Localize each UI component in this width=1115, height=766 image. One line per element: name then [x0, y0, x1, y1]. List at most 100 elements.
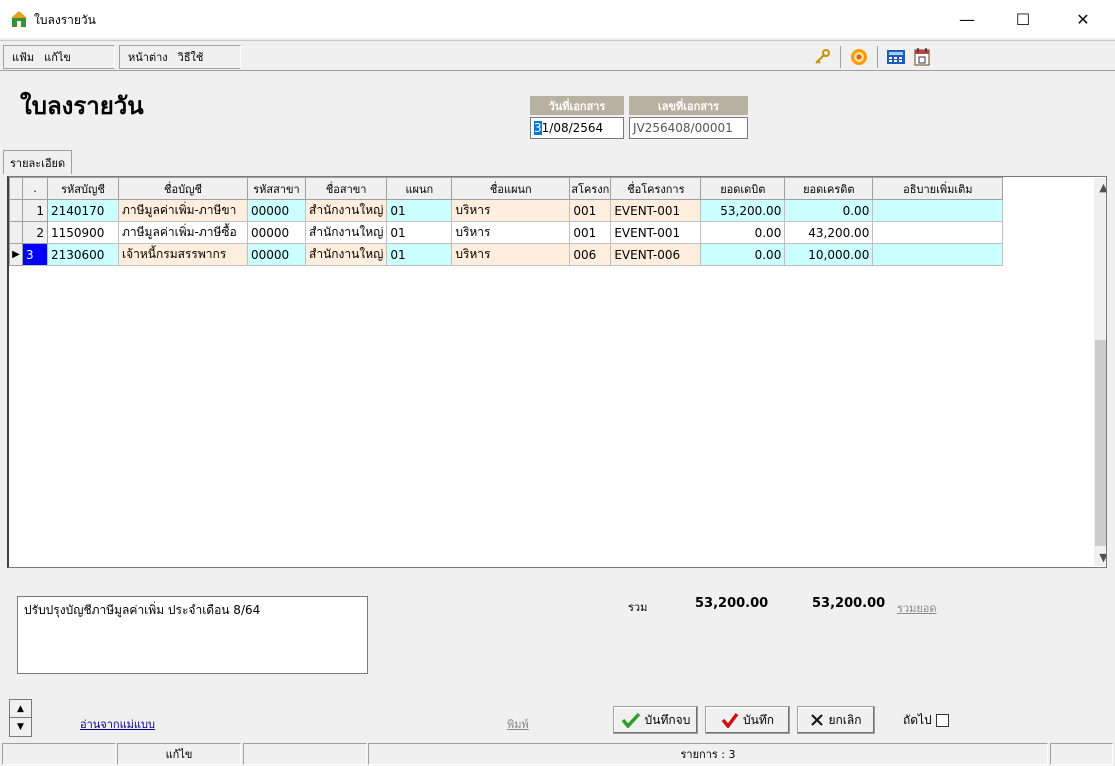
row-spinner[interactable]: ▲ ▼: [9, 699, 32, 737]
cell-account-name[interactable]: ภาษีมูลค่าเพิ่ม-ภาษีซื้อ: [118, 221, 248, 244]
scroll-up-icon[interactable]: ▲: [1094, 178, 1106, 196]
col-branch-name[interactable]: ชื่อสาขา: [304, 177, 388, 200]
col-row-no[interactable]: .: [22, 177, 48, 200]
cell-account-name[interactable]: ภาษีมูลค่าเพิ่ม-ภาษีขา: [118, 199, 248, 222]
save-button[interactable]: บันทึก: [705, 706, 790, 734]
save-label: บันทึก: [743, 712, 774, 727]
minimize-button[interactable]: —: [944, 0, 990, 38]
col-project-name[interactable]: ชื่อโครงการ: [610, 177, 702, 200]
scroll-thumb[interactable]: [1095, 340, 1106, 546]
calendar-icon[interactable]: [910, 46, 934, 68]
status-cell-5: [1050, 743, 1113, 765]
print-link[interactable]: พิมพ์: [507, 715, 529, 733]
table-row[interactable]: 1 2140170 ภาษีมูลค่าเพิ่ม-ภาษีขา 00000 ส…: [9, 199, 1004, 222]
remark-textarea[interactable]: ปรับปรุงบัญชีภาษีมูลค่าเพิ่ม ประจำเดือน …: [17, 596, 368, 674]
save-close-button[interactable]: บันทึกจบ: [613, 706, 698, 734]
cell-note[interactable]: [872, 243, 1004, 266]
cell-account-code[interactable]: 1150900: [47, 221, 119, 244]
grid-header: . รหัสบัญชี ชื่อบัญชี รหัสสาขา ชื่อสาขา …: [9, 177, 1004, 200]
col-account-code[interactable]: รหัสบัญชี: [47, 177, 119, 200]
cell-department-name[interactable]: บริหาร: [451, 221, 571, 244]
sum-total-link[interactable]: รวมยอด: [897, 599, 937, 617]
cell-department-name[interactable]: บริหาร: [451, 243, 571, 266]
grid-vertical-scrollbar[interactable]: ▲ ▼: [1094, 178, 1106, 566]
read-template-link[interactable]: อ่านจากแม่แบบ: [80, 715, 155, 733]
col-credit[interactable]: ยอดเครดิต: [784, 177, 874, 200]
cell-debit[interactable]: 53,200.00: [700, 199, 786, 222]
menu-window[interactable]: หน้าต่าง: [128, 48, 168, 66]
cell-credit[interactable]: 10,000.00: [784, 243, 874, 266]
next-checkbox[interactable]: [935, 714, 949, 727]
cell-note[interactable]: [872, 221, 1004, 244]
cell-department[interactable]: 01: [386, 243, 453, 266]
col-branch-code[interactable]: รหัสสาขา: [247, 177, 306, 200]
date-rest: 1/08/2564: [541, 121, 604, 135]
title-bar: ใบลงรายวัน — ☐ ✕: [0, 0, 1115, 38]
col-department-name[interactable]: ชื่อแผนก: [451, 177, 571, 200]
cell-branch-name[interactable]: สำนักงานใหญ่: [304, 243, 388, 266]
cell-note[interactable]: [872, 199, 1004, 222]
spin-down-icon[interactable]: ▼: [10, 718, 31, 736]
cell-debit[interactable]: 0.00: [700, 243, 786, 266]
status-cell-3: [243, 743, 367, 765]
cell-debit[interactable]: 0.00: [700, 221, 786, 244]
tab-details[interactable]: รายละเอียด: [3, 150, 73, 174]
spin-up-icon[interactable]: ▲: [10, 700, 31, 718]
menu-bar: แฟ้ม แก้ไข หน้าต่าง วิธีใช้: [0, 40, 1115, 71]
col-account-name[interactable]: ชื่อบัญชี: [118, 177, 248, 200]
col-debit[interactable]: ยอดเดบิต: [700, 177, 786, 200]
next-label: ถัดไป: [903, 713, 932, 727]
col-project-code[interactable]: สโครงก: [569, 177, 612, 200]
status-mode: แก้ไข: [117, 743, 241, 765]
cancel-button[interactable]: ยกเลิก: [797, 706, 875, 734]
menu-file[interactable]: แฟ้ม: [12, 48, 34, 66]
cell-department-name[interactable]: บริหาร: [451, 199, 571, 222]
col-indicator: [9, 177, 23, 200]
doc-date-field[interactable]: 3 1/08/2564: [530, 117, 624, 139]
scroll-down-icon[interactable]: ▼: [1094, 548, 1106, 566]
cancel-x-icon: [811, 714, 824, 726]
status-cell-1: [2, 743, 116, 765]
key-icon[interactable]: [810, 46, 834, 68]
col-note[interactable]: อธิบายเพิ่มเติม: [872, 177, 1004, 200]
calculator-icon[interactable]: [884, 46, 908, 68]
cell-project-code[interactable]: 001: [569, 199, 612, 222]
cell-branch-name[interactable]: สำนักงานใหญ่: [304, 221, 388, 244]
help-disc-icon[interactable]: [847, 46, 871, 68]
cell-branch-name[interactable]: สำนักงานใหญ่: [304, 199, 388, 222]
menu-edit[interactable]: แก้ไข: [44, 48, 71, 66]
cell-project-name[interactable]: EVENT-001: [610, 199, 702, 222]
cell-branch-code[interactable]: 00000: [247, 199, 306, 222]
total-credit: 53,200.00: [812, 596, 886, 611]
maximize-button[interactable]: ☐: [1000, 0, 1046, 38]
window-title: ใบลงรายวัน: [34, 13, 96, 27]
cell-account-code[interactable]: 2130600: [47, 243, 119, 266]
col-department[interactable]: แผนก: [386, 177, 453, 200]
cell-department[interactable]: 01: [386, 221, 453, 244]
close-button[interactable]: ✕: [1060, 0, 1106, 38]
cell-department[interactable]: 01: [386, 199, 453, 222]
cell-project-name[interactable]: EVENT-001: [610, 221, 702, 244]
doc-number-field[interactable]: JV256408/00001: [629, 117, 748, 139]
page-title: ใบลงรายวัน: [20, 92, 144, 120]
cell-account-name[interactable]: เจ้าหนี้กรมสรรพากร: [118, 243, 248, 266]
cell-branch-code[interactable]: 00000: [247, 221, 306, 244]
cell-project-name[interactable]: EVENT-006: [610, 243, 702, 266]
table-row[interactable]: 2 1150900 ภาษีมูลค่าเพิ่ม-ภาษีซื้อ 00000…: [9, 221, 1004, 244]
table-row-current[interactable]: ▶ 3 2130600 เจ้าหนี้กรมสรรพากร 00000 สำน…: [9, 243, 1004, 266]
checkmark-red-icon: [721, 712, 739, 728]
total-debit: 53,200.00: [695, 596, 769, 611]
status-bar: แก้ไข รายการ : 3: [0, 743, 1115, 766]
cell-credit[interactable]: 0.00: [784, 199, 874, 222]
cell-branch-code[interactable]: 00000: [247, 243, 306, 266]
menu-help[interactable]: วิธีใช้: [178, 48, 204, 66]
total-label: รวม: [628, 601, 648, 614]
cell-credit[interactable]: 43,200.00: [784, 221, 874, 244]
cell-project-code[interactable]: 001: [569, 221, 612, 244]
cell-account-code[interactable]: 2140170: [47, 199, 119, 222]
checkmark-green-icon: [621, 712, 640, 728]
row-number: 1: [22, 199, 48, 222]
save-close-label: บันทึกจบ: [644, 712, 691, 727]
next-option: ถัดไป: [903, 711, 949, 730]
cell-project-code[interactable]: 006: [569, 243, 612, 266]
